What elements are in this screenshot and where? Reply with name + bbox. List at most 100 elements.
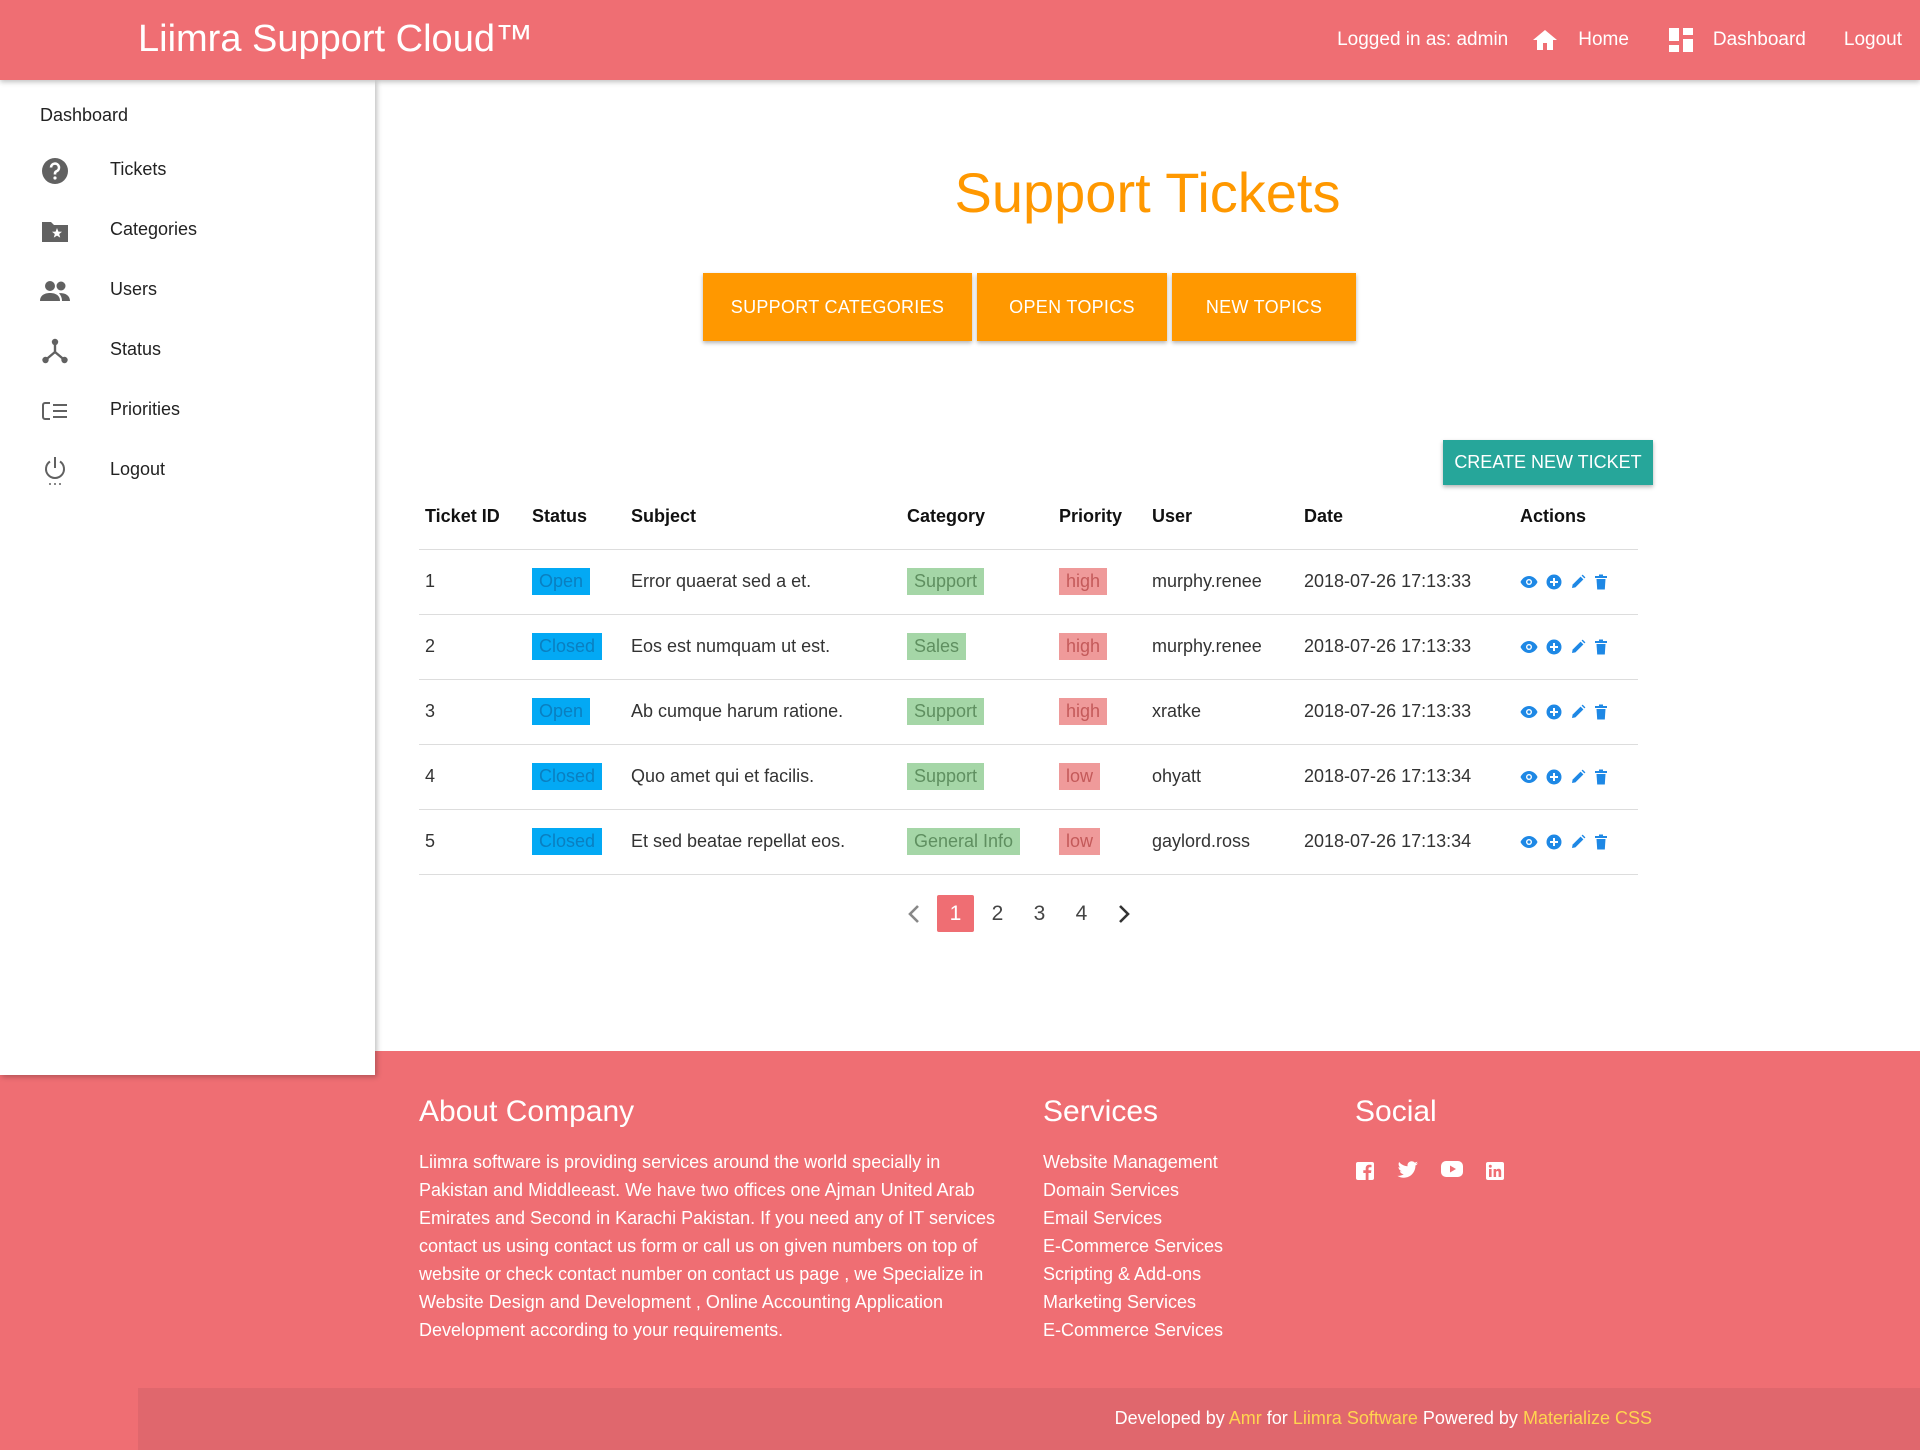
- actions-cell: [1514, 549, 1638, 615]
- next-page-button[interactable]: [1105, 895, 1142, 932]
- logout-link[interactable]: Logout: [1844, 29, 1902, 51]
- new-topics-button[interactable]: NEW TOPICS: [1172, 273, 1356, 341]
- edit-icon[interactable]: [1570, 574, 1586, 590]
- ticket-user: murphy.renee: [1146, 549, 1298, 615]
- dashboard-icon: [1668, 28, 1693, 52]
- view-icon[interactable]: [1520, 705, 1538, 719]
- category-cell: Support: [901, 549, 1053, 615]
- tickets-table: Ticket ID Status Subject Category Priori…: [419, 484, 1638, 875]
- ticket-date: 2018-07-26 17:13:33: [1298, 614, 1514, 680]
- brand-logo[interactable]: Liimra Support Cloud™: [138, 18, 533, 61]
- table-row: 2 Closed Eos est numquam ut est. Sales high m…: [419, 614, 1638, 680]
- sidebar-item-priorities[interactable]: Priorities: [0, 380, 375, 440]
- view-icon[interactable]: [1520, 770, 1538, 784]
- edit-icon[interactable]: [1570, 704, 1586, 720]
- home-link[interactable]: Home: [1532, 29, 1629, 51]
- category-badge: Support: [907, 568, 985, 595]
- company-link[interactable]: Liimra Software: [1293, 1408, 1418, 1428]
- ticket-date: 2018-07-26 17:13:34: [1298, 809, 1514, 875]
- page-1-button[interactable]: 1: [937, 895, 974, 932]
- row-actions: [1520, 704, 1638, 720]
- sidebar-item-status[interactable]: Status: [0, 320, 375, 380]
- ticket-subject: Ab cumque harum ratione.: [625, 679, 901, 745]
- status-badge: Closed: [532, 763, 603, 790]
- delete-icon[interactable]: [1594, 834, 1608, 850]
- service-link[interactable]: Domain Services: [1043, 1176, 1223, 1204]
- page-3-button[interactable]: 3: [1021, 895, 1058, 932]
- service-link[interactable]: Email Services: [1043, 1204, 1223, 1232]
- open-topics-button[interactable]: OPEN TOPICS: [977, 273, 1167, 341]
- delete-icon[interactable]: [1594, 769, 1608, 785]
- view-icon[interactable]: [1520, 640, 1538, 654]
- delete-icon[interactable]: [1594, 639, 1608, 655]
- service-link[interactable]: Website Management: [1043, 1148, 1223, 1176]
- priority-cell: high: [1053, 549, 1146, 615]
- support-categories-button[interactable]: SUPPORT CATEGORIES: [703, 273, 972, 341]
- sidebar-item-logout[interactable]: Logout: [0, 440, 375, 500]
- tickets-body: 1 Open Error quaerat sed a et. Support high m…: [419, 549, 1638, 875]
- edit-icon[interactable]: [1570, 639, 1586, 655]
- col-status: Status: [526, 484, 625, 550]
- ticket-id: 1: [419, 549, 526, 615]
- sidebar-item-users[interactable]: Users: [0, 260, 375, 320]
- view-icon[interactable]: [1520, 575, 1538, 589]
- category-cell: Support: [901, 744, 1053, 810]
- twitter-icon[interactable]: [1397, 1161, 1419, 1181]
- page-4-button[interactable]: 4: [1063, 895, 1100, 932]
- view-icon[interactable]: [1520, 835, 1538, 849]
- edit-icon[interactable]: [1570, 834, 1586, 850]
- linkedin-icon[interactable]: [1485, 1161, 1505, 1181]
- prev-page-button[interactable]: [895, 895, 932, 932]
- actions-cell: [1514, 614, 1638, 680]
- ticket-subject: Et sed beatae repellat eos.: [625, 809, 901, 875]
- status-cell: Open: [526, 679, 625, 745]
- ticket-id: 3: [419, 679, 526, 745]
- sidebar: Dashboard Tickets Categories Users Statu…: [0, 80, 375, 1075]
- author-link[interactable]: Amr: [1229, 1408, 1262, 1428]
- edit-icon[interactable]: [1570, 769, 1586, 785]
- ticket-user: xratke: [1146, 679, 1298, 745]
- col-priority: Priority: [1053, 484, 1146, 550]
- top-navbar: Liimra Support Cloud™ Logged in as: admi…: [0, 0, 1920, 80]
- page-2-button[interactable]: 2: [979, 895, 1016, 932]
- dashboard-label: Dashboard: [1712, 29, 1806, 50]
- sidebar-item-label: Logout: [110, 459, 166, 479]
- ticket-subject: Quo amet qui et facilis.: [625, 744, 901, 810]
- ticket-user: ohyatt: [1146, 744, 1298, 810]
- add-icon[interactable]: [1546, 769, 1562, 785]
- table-row: 1 Open Error quaerat sed a et. Support high m…: [419, 549, 1638, 615]
- sidebar-item-tickets[interactable]: Tickets: [0, 140, 375, 200]
- delete-icon[interactable]: [1594, 574, 1608, 590]
- credits-powered-by: Powered by: [1422, 1408, 1518, 1428]
- facebook-icon[interactable]: [1355, 1161, 1375, 1181]
- ticket-subject: Eos est numquam ut est.: [625, 614, 901, 680]
- top-nav: Logged in as: admin Home Dashboard Logou…: [1313, 0, 1902, 80]
- col-subject: Subject: [625, 484, 901, 550]
- status-badge: Open: [532, 698, 591, 725]
- social-links: [1355, 1161, 1505, 1181]
- service-link[interactable]: Marketing Services: [1043, 1288, 1223, 1316]
- framework-link[interactable]: Materialize CSS: [1523, 1408, 1652, 1428]
- add-icon[interactable]: [1546, 834, 1562, 850]
- priority-badge: low: [1059, 828, 1101, 855]
- col-ticket-id: Ticket ID: [419, 484, 526, 550]
- delete-icon[interactable]: [1594, 704, 1608, 720]
- service-link[interactable]: Scripting & Add-ons: [1043, 1260, 1223, 1288]
- sidebar-item-categories[interactable]: Categories: [0, 200, 375, 260]
- pagination: 1 2 3 4: [895, 895, 1147, 932]
- sidebar-dashboard-link[interactable]: Dashboard: [40, 105, 128, 126]
- row-actions: [1520, 834, 1638, 850]
- people-icon: [40, 276, 70, 306]
- status-cell: Open: [526, 549, 625, 615]
- add-icon[interactable]: [1546, 704, 1562, 720]
- service-link[interactable]: E-Commerce Services: [1043, 1316, 1223, 1344]
- status-cell: Closed: [526, 744, 625, 810]
- service-link[interactable]: E-Commerce Services: [1043, 1232, 1223, 1260]
- youtube-icon[interactable]: [1441, 1161, 1463, 1181]
- footer-bottom-bar: Developed by Amr for Liimra Software Pow…: [138, 1388, 1920, 1450]
- add-icon[interactable]: [1546, 639, 1562, 655]
- dashboard-link[interactable]: Dashboard: [1668, 28, 1806, 52]
- create-new-ticket-button[interactable]: CREATE NEW TICKET: [1443, 440, 1653, 485]
- add-icon[interactable]: [1546, 574, 1562, 590]
- ticket-id: 2: [419, 614, 526, 680]
